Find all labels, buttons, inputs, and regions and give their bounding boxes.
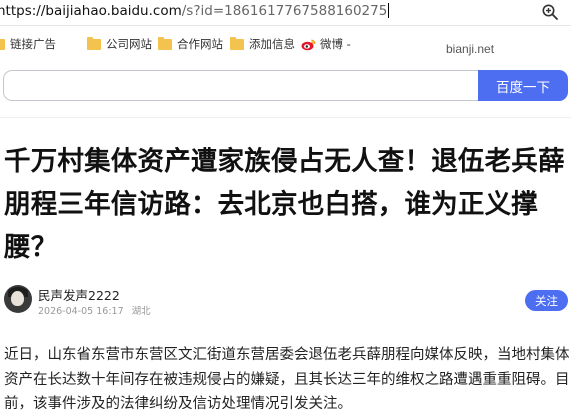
url-text[interactable]: https://baijiahao.baidu.com/s?id=1861617… <box>0 3 390 19</box>
bookmarks-bar: 链接广告 公司网站 合作网站 添加信息 微博 - bianji.net <box>0 26 571 60</box>
header-divider <box>0 117 571 118</box>
article-title: 千万村集体资产遭家族侵占无人查！退伍老兵薛朋程三年信访路：去北京也白搭，谁为正义… <box>4 146 565 263</box>
author-name[interactable]: 民声发声2222 <box>38 285 120 304</box>
search-input[interactable] <box>3 70 479 101</box>
url-host: https://baijiahao.baidu.com <box>0 3 182 19</box>
magnifier-zoom-icon[interactable] <box>541 3 559 21</box>
search-row: 百度一下 <box>0 68 571 104</box>
weibo-logo-icon <box>301 39 316 50</box>
bookmark-label: 微博 - <box>320 37 351 51</box>
avatar-face <box>11 291 24 306</box>
bookmark-folder-icon <box>158 36 172 50</box>
bookmark-item[interactable]: 微博 - <box>301 36 351 52</box>
bookmark-item[interactable]: 链接广告 <box>0 36 56 52</box>
address-bar[interactable]: https://baijiahao.baidu.com/s?id=1861617… <box>0 0 571 26</box>
url-path: /s?id=1861617767588160275 <box>181 3 388 19</box>
bookmark-item[interactable]: 合作网站 <box>158 36 223 52</box>
article-body: 近日，山东省东营市东营区文汇街道东营居委会退伍老兵薛朋程向媒体反映，当地村集体资… <box>4 347 570 412</box>
publish-date: 2026-04-05 16:17 <box>38 306 124 317</box>
bookmark-folder-icon <box>230 36 244 50</box>
text-caret <box>388 3 390 18</box>
bookmark-folder-icon <box>0 38 5 50</box>
watermark-text: bianji.net <box>446 42 495 56</box>
follow-button[interactable]: 关注 <box>525 290 568 311</box>
publish-location: 湖北 <box>131 306 151 317</box>
avatar[interactable] <box>4 285 32 313</box>
bookmark-label: 添加信息 <box>249 37 295 51</box>
search-button[interactable]: 百度一下 <box>478 70 568 101</box>
bookmark-item[interactable]: 公司网站 <box>87 36 152 52</box>
bookmark-label: 公司网站 <box>106 37 152 51</box>
bookmark-label: 链接广告 <box>10 37 56 51</box>
bookmark-folder-icon <box>87 36 101 50</box>
bookmark-label: 合作网站 <box>177 37 223 51</box>
article-meta: 2026-04-05 16:17 湖北 <box>38 303 151 317</box>
bookmark-item[interactable]: 添加信息 <box>230 36 295 52</box>
